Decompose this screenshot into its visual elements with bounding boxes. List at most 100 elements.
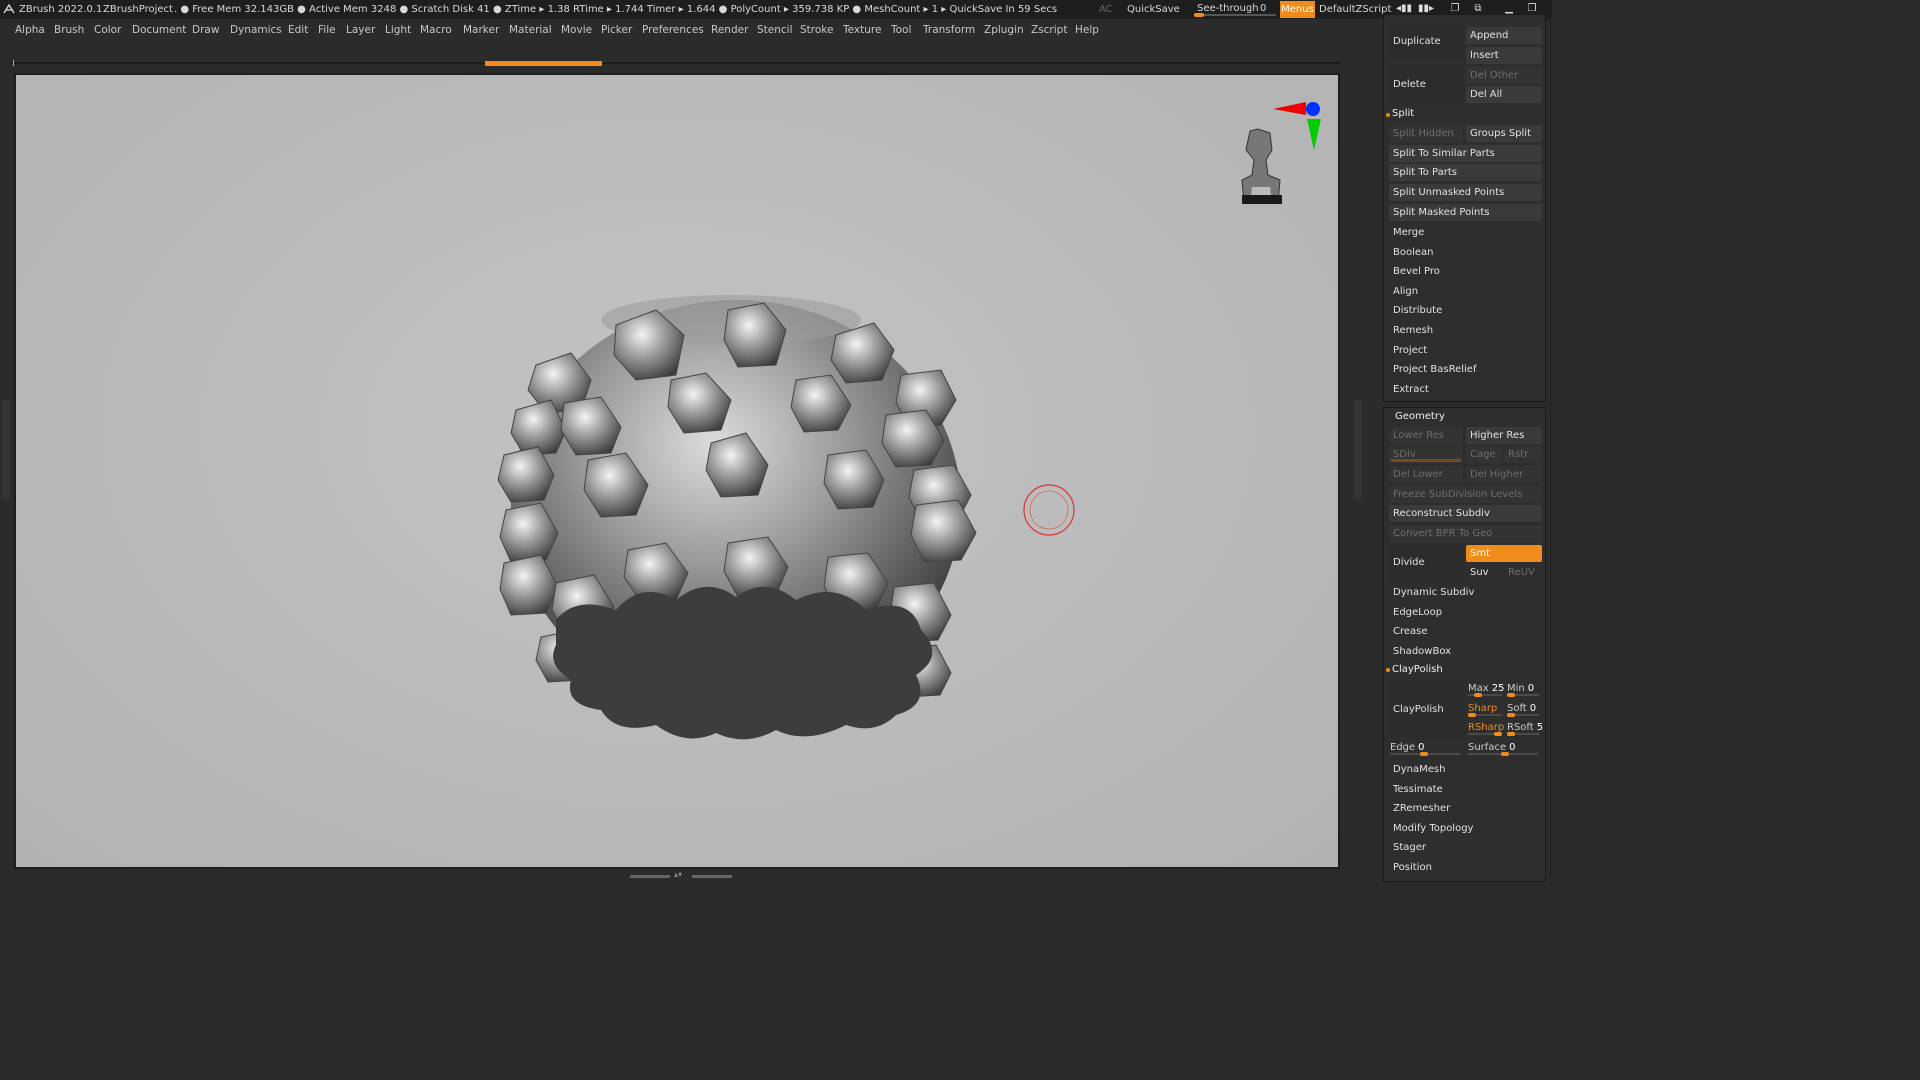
menu-document[interactable]: Document [132,19,186,41]
document-canvas[interactable] [16,75,1338,867]
menu-color[interactable]: Color [94,19,121,41]
rsoft-slider[interactable]: RSoft 5 [1507,720,1543,737]
lower-res-button[interactable]: Lower Res [1389,427,1463,444]
split-to-parts-button[interactable]: Split To Parts [1389,164,1542,181]
max-slider[interactable]: Max 25 [1468,681,1506,698]
zbrush-logo-icon[interactable] [3,3,15,15]
menu-dynamics[interactable]: Dynamics [230,19,282,41]
merge-button[interactable]: Merge [1389,224,1542,241]
menu-zscript[interactable]: Zscript [1031,19,1067,41]
higher-res-button[interactable]: Higher Res [1466,427,1542,444]
del-other-button[interactable]: Del Other [1466,67,1542,84]
zremesher-button[interactable]: ZRemesher [1389,800,1542,817]
soft-slider[interactable]: Soft 0 [1507,701,1543,718]
right-tray-handle[interactable] [1354,400,1362,500]
reconstruct-subdiv-button[interactable]: Reconstruct Subdiv [1389,505,1542,522]
split-section-header[interactable]: Split [1392,108,1414,119]
see-through-slider[interactable]: See-through 0 [1192,2,1280,17]
divide-button[interactable]: Divide [1389,545,1463,581]
min-slider[interactable]: Min 0 [1507,681,1543,698]
menu-layer[interactable]: Layer [346,19,375,41]
split-masked-button[interactable]: Split Masked Points [1389,204,1542,221]
edge-slider[interactable]: Edge 0 [1390,740,1464,757]
sdiv-slider[interactable]: SDiv [1389,446,1463,463]
split-similar-parts-button[interactable]: Split To Similar Parts [1389,145,1542,162]
del-higher-button[interactable]: Del Higher [1466,466,1542,483]
menu-edit[interactable]: Edit [288,19,308,41]
menu-picker[interactable]: Picker [601,19,632,41]
boolean-button[interactable]: Boolean [1389,244,1542,261]
position-button[interactable]: Position [1389,859,1542,876]
remesh-button[interactable]: Remesh [1389,322,1542,339]
suv-toggle[interactable]: Suv [1466,564,1502,581]
del-all-button[interactable]: Del All [1466,86,1542,103]
shadowbox-button[interactable]: ShadowBox [1389,643,1542,660]
stager-button[interactable]: Stager [1389,839,1542,856]
menu-preferences[interactable]: Preferences [642,19,704,41]
shelf-track [10,62,1340,64]
insert-button[interactable]: Insert [1466,47,1542,64]
claypolish-section-header[interactable]: ClayPolish [1392,664,1443,675]
right-tray-rail [1552,0,1568,882]
see-through-track [1194,14,1276,16]
crease-button[interactable]: Crease [1389,623,1542,640]
project-basrelief-button[interactable]: Project BasRelief [1389,361,1542,378]
menu-light[interactable]: Light [385,19,411,41]
menu-texture[interactable]: Texture [843,19,881,41]
gizmo-axis-icon[interactable] [1273,102,1321,150]
quicksave-button[interactable]: QuickSave [1127,0,1180,19]
split-hidden-button[interactable]: Split Hidden [1389,125,1463,142]
geometry-header[interactable]: Geometry [1395,411,1445,422]
menu-marker[interactable]: Marker [463,19,499,41]
left-tray-handle[interactable] [2,400,10,500]
modify-topology-button[interactable]: Modify Topology [1389,820,1542,837]
project-button[interactable]: Project [1389,342,1542,359]
menu-stencil[interactable]: Stencil [757,19,793,41]
menu-transform[interactable]: Transform [923,19,975,41]
del-lower-button[interactable]: Del Lower [1389,466,1463,483]
surface-slider[interactable]: Surface 0 [1468,740,1542,757]
ac-label[interactable]: AC [1099,0,1113,19]
sharp-slider[interactable]: Sharp [1468,701,1506,718]
bevel-pro-button[interactable]: Bevel Pro [1389,263,1542,280]
tessimate-button[interactable]: Tessimate [1389,781,1542,798]
menu-stroke[interactable]: Stroke [800,19,833,41]
rsharp-slider[interactable]: RSharp [1468,720,1506,737]
extract-button[interactable]: Extract [1389,381,1542,398]
sculpt-model[interactable] [16,75,1338,867]
menu-zplugin[interactable]: Zplugin [984,19,1024,41]
convert-bpr-button[interactable]: Convert BPR To Geo [1389,525,1542,542]
menus-toggle-button[interactable]: Menus [1280,1,1315,18]
menu-file[interactable]: File [318,19,336,41]
rstr-button[interactable]: Rstr [1504,446,1542,463]
distribute-button[interactable]: Distribute [1389,302,1542,319]
menu-help[interactable]: Help [1075,19,1099,41]
menu-movie[interactable]: Movie [561,19,592,41]
claypolish-button[interactable]: ClayPolish [1389,682,1463,738]
bottom-tray-handle[interactable]: ▴▾ [630,870,734,879]
smt-toggle[interactable]: Smt [1466,545,1542,562]
menu-alpha[interactable]: Alpha [15,19,45,41]
menu-brush[interactable]: Brush [54,19,84,41]
reuv-toggle[interactable]: ReUV [1504,564,1542,581]
menu-macro[interactable]: Macro [420,19,452,41]
dynamic-subdiv-button[interactable]: Dynamic Subdiv [1389,584,1542,601]
freeze-subdivision-button[interactable]: Freeze SubDivision Levels [1389,486,1542,503]
cage-button[interactable]: Cage [1466,446,1502,463]
cut-surface [553,586,933,740]
menu-material[interactable]: Material [509,19,552,41]
align-button[interactable]: Align [1389,283,1542,300]
append-button[interactable]: Append [1466,27,1542,44]
active-shelf-tab[interactable] [485,61,602,66]
duplicate-button[interactable]: Duplicate [1389,24,1463,60]
dynamesh-button[interactable]: DynaMesh [1389,761,1542,778]
edgeloop-button[interactable]: EdgeLoop [1389,604,1542,621]
groups-split-button[interactable]: Groups Split [1466,125,1542,142]
delete-button[interactable]: Delete [1389,67,1463,103]
split-unmasked-button[interactable]: Split Unmasked Points [1389,184,1542,201]
menu-draw[interactable]: Draw [192,19,219,41]
menu-tool[interactable]: Tool [891,19,911,41]
default-zscript-button[interactable]: DefaultZScript [1319,0,1391,19]
nav-mannequin-icon[interactable] [1241,128,1282,204]
menu-render[interactable]: Render [711,19,748,41]
